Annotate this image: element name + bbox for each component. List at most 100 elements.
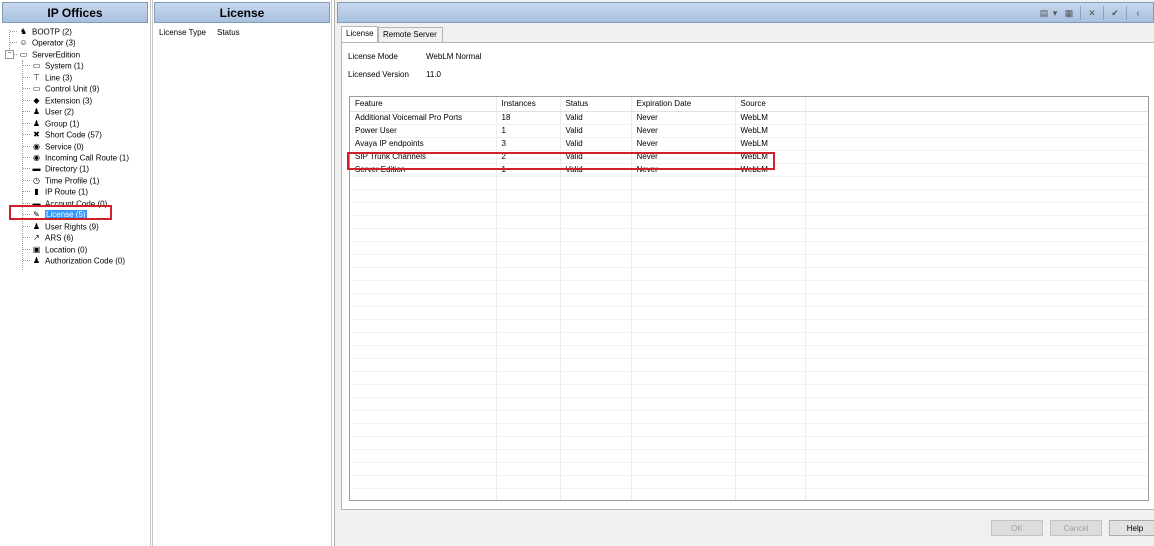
table-cell [350,215,497,229]
tree-item-ars[interactable]: ↗ ARS (6) [31,232,73,243]
column-header-status[interactable]: Status [217,28,240,37]
table-cell [560,384,632,398]
column-header-license-type[interactable]: License Type [159,28,206,37]
empty-table-row [350,358,1148,372]
table-cell: Valid [560,124,632,138]
table-cell [631,202,736,216]
table-row[interactable]: Power User 1 Valid Never WebLM [350,124,1148,138]
delete-icon[interactable]: ✕ [1086,6,1098,20]
table-cell [350,241,497,255]
table-cell [631,462,736,476]
tree-item-service[interactable]: ◉ Service (0) [31,141,84,152]
table-cell: Additional Voicemail Pro Ports [350,111,497,125]
tree-item-ip-route[interactable]: ▮ IP Route (1) [31,186,88,197]
tree-item-system[interactable]: ▭ System (1) [31,60,84,71]
table-cell [631,280,736,294]
incoming-call-route-icon: ◉ [33,153,40,163]
tree-item-bootp[interactable]: ♞ BOOTP (2) [18,26,72,37]
table-cell [560,449,632,463]
empty-table-row [350,267,1148,281]
table-cell [350,267,497,281]
table-cell [496,293,561,307]
table-cell [350,228,497,242]
collapse-toggle[interactable]: − [5,50,14,59]
cancel-button[interactable]: Cancel [1050,520,1102,536]
table-cell [631,215,736,229]
ip-offices-pane: IP Offices ♞ BOOTP (2) ☺ Operator (3) ▭ Serve… [0,0,151,546]
line-icon: ⊤ [33,73,40,83]
license-highlight-box [9,205,112,220]
table-cell [560,176,632,190]
table-cell [631,423,736,437]
table-cell [350,488,497,500]
tree-item-user[interactable]: ♟ User (2) [31,106,74,117]
table-cell [560,267,632,281]
tree-item-label: Operator (3) [32,38,76,48]
table-cell [805,436,1148,450]
tree-guide-line [23,88,30,89]
table-cell [350,410,497,424]
table-cell [496,280,561,294]
tree-item-operator[interactable]: ☺ Operator (3) [18,37,76,48]
licensed-version-label: Licensed Version [348,70,409,79]
tree-item-label: IP Route (1) [45,187,88,197]
toolbar-separator [1103,6,1104,20]
help-button[interactable]: Help [1109,520,1154,536]
tree-item-group[interactable]: ♟ Group (1) [31,118,79,129]
column-header-feature[interactable]: Feature [350,97,497,112]
tree-item-directory[interactable]: ▬ Directory (1) [31,163,90,174]
ok-button[interactable]: OK [991,520,1043,536]
tree-guide-line [23,134,30,135]
dropdown-icon[interactable]: ▾ [1051,6,1059,20]
table-cell [735,319,806,333]
empty-table-row [350,280,1148,294]
tab-remote-server[interactable]: Remote Server [378,27,443,42]
table-cell [560,189,632,203]
table-cell [735,423,806,437]
column-header-instances[interactable]: Instances [496,97,561,112]
tree-item-serveredition[interactable]: ▭ ServerEdition [18,49,80,60]
time-profile-icon: ◷ [33,176,40,186]
table-cell: WebLM [735,111,806,125]
table-cell [496,306,561,320]
table-cell [350,280,497,294]
tab-license[interactable]: License [341,26,378,42]
table-cell [735,254,806,268]
table-cell [496,475,561,489]
tree-item-incoming-call-route[interactable]: ◉ Incoming Call Route (1) [31,152,129,163]
table-cell [496,384,561,398]
tree-item-line[interactable]: ⊤ Line (3) [31,72,72,83]
table-cell [350,384,497,398]
save-icon[interactable]: ▦ [1063,6,1075,20]
tree-item-authorization-code[interactable]: ♟ Authorization Code (0) [31,255,125,266]
table-cell [496,358,561,372]
table-cell [496,397,561,411]
table-cell [735,241,806,255]
tree-item-extension[interactable]: ◆ Extension (3) [31,95,92,106]
table-cell [560,228,632,242]
table-cell [496,488,561,500]
tree-item-short-code[interactable]: ✖ Short Code (57) [31,129,102,140]
table-cell [496,462,561,476]
tree-item-time-profile[interactable]: ◷ Time Profile (1) [31,175,99,186]
table-cell [350,176,497,190]
tree-guide-line [10,31,17,32]
table-cell [496,449,561,463]
tree-item-user-rights[interactable]: ♟ User Rights (9) [31,221,99,232]
column-header-status[interactable]: Status [560,97,632,112]
table-row[interactable]: Avaya IP endpoints 3 Valid Never WebLM [350,137,1148,151]
validate-icon[interactable]: ✔ [1109,6,1121,20]
column-header-source[interactable]: Source [735,97,806,112]
table-header-row: Feature Instances Status Expiration Date… [350,97,1148,112]
new-icon[interactable]: ▤ [1038,6,1050,20]
table-cell [631,488,736,500]
tree-item-location[interactable]: ▣ Location (0) [31,244,88,255]
previous-icon[interactable]: ‹ [1132,6,1144,20]
table-cell [805,488,1148,500]
column-header-expiration-date[interactable]: Expiration Date [631,97,736,112]
table-cell [496,436,561,450]
tree-item-control-unit[interactable]: ▭ Control Unit (9) [31,83,100,94]
table-row[interactable]: Additional Voicemail Pro Ports 18 Valid Nev… [350,111,1148,125]
table-cell [350,462,497,476]
table-cell [805,241,1148,255]
